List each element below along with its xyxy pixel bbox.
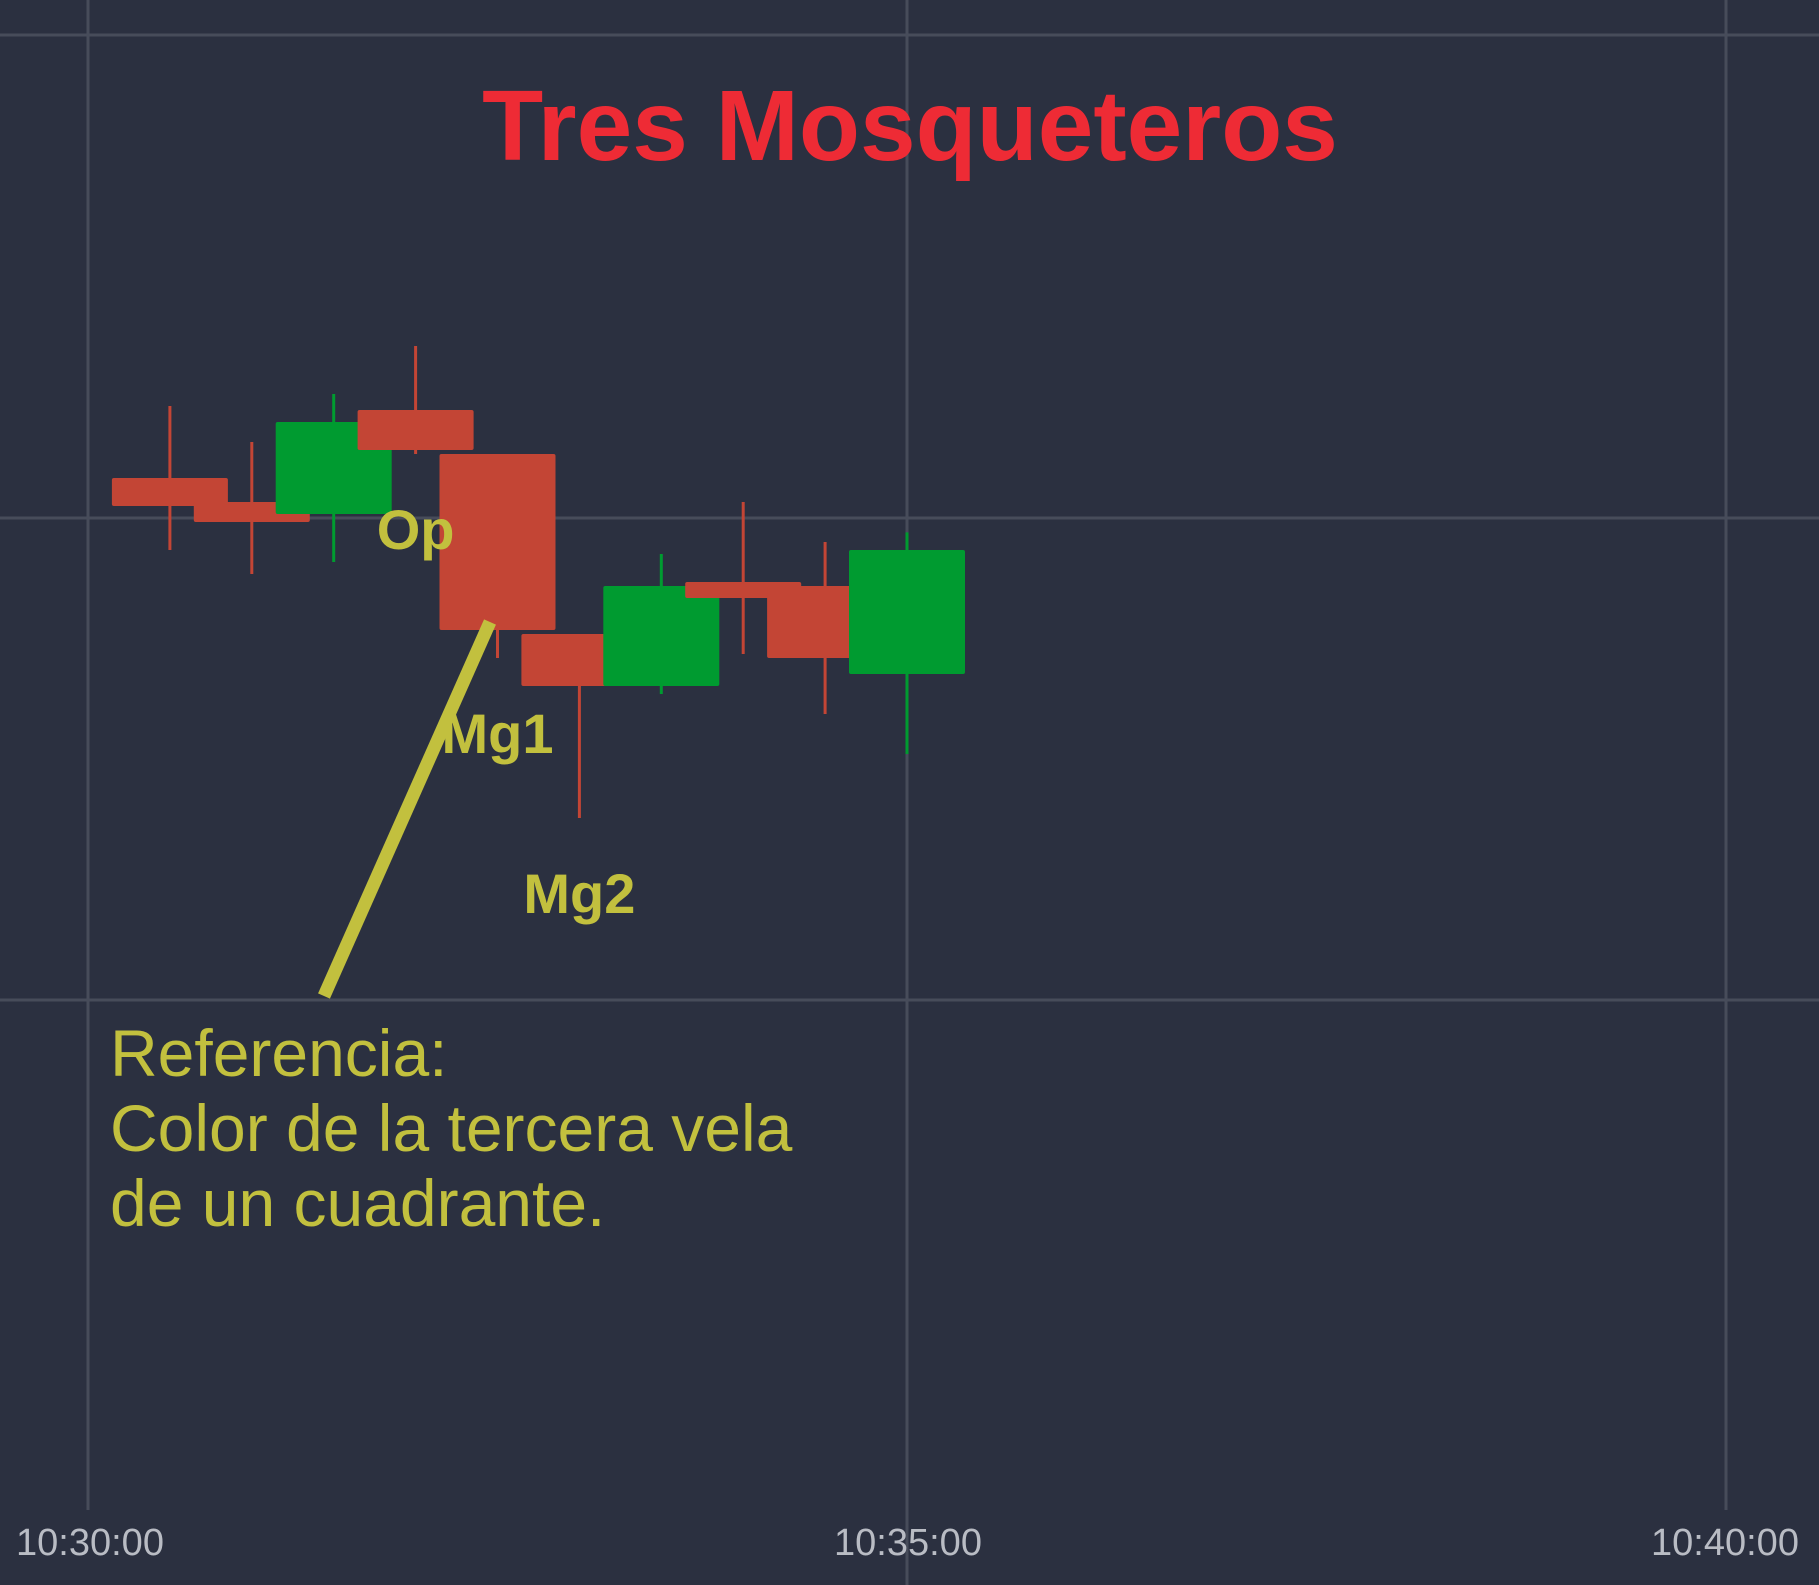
chart-title: Tres Mosqueteros	[482, 70, 1338, 182]
reference-note-line: Color de la tercera vela	[110, 1091, 793, 1165]
candle	[439, 454, 556, 658]
candle-body	[111, 478, 228, 506]
x-tick-label: 10:40:00	[1651, 1522, 1799, 1564]
reference-note-line: Referencia:	[110, 1016, 448, 1090]
reference-note-line: de un cuadrante.	[110, 1166, 605, 1240]
candle-body	[849, 550, 965, 674]
candle-body	[357, 410, 474, 450]
candlestick-chart: Tres Mosqueteros Op Mg1 Mg2 Referencia: Co…	[0, 0, 1819, 1585]
x-tick-label: 10:30:00	[16, 1522, 164, 1564]
x-tick-label: 10:35:00	[834, 1522, 982, 1564]
candle-body	[603, 586, 720, 686]
chart-canvas: Tres Mosqueteros Op Mg1 Mg2 Referencia: Co…	[0, 0, 1819, 1585]
chart-background	[0, 0, 1819, 1585]
candle-annotation-label: Mg1	[442, 702, 554, 765]
candle-body	[439, 454, 556, 630]
candle-annotation-label: Op	[377, 498, 455, 561]
candle-annotation-label: Mg2	[523, 862, 635, 925]
